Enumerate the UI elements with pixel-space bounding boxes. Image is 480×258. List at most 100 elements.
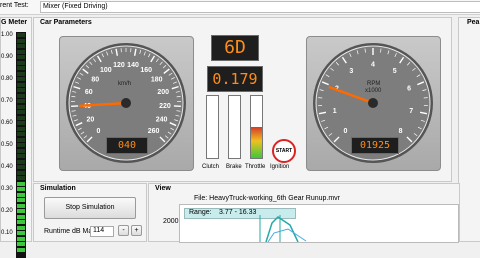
g-meter-segment [17, 77, 25, 81]
clutch-bar [206, 95, 219, 159]
g-meter-segment [17, 83, 25, 87]
g-meter-tick: 0.70 [1, 98, 13, 104]
rpm-multiplier: x1000 [365, 88, 381, 94]
runtime-input[interactable]: 114 [90, 226, 114, 237]
car-parameters-title: Car Parameters [40, 19, 92, 26]
g-meter-tick: 0.90 [1, 54, 13, 60]
gauge-label: 200 [157, 89, 169, 96]
start-label: START [276, 148, 292, 154]
g-meter-tick: 0.80 [1, 76, 13, 82]
g-meter-segment [17, 226, 25, 230]
throttle-level [251, 127, 262, 158]
g-meter-tick: 0.60 [1, 120, 13, 126]
runtime-decrease-button[interactable]: - [118, 225, 129, 236]
g-meter-segment [17, 44, 25, 48]
peak-title: Pea [467, 19, 479, 26]
g-meter-segment [17, 132, 25, 136]
g-meter-segment [17, 72, 25, 76]
g-meter-segment [17, 248, 25, 252]
gauge-label: 260 [148, 128, 160, 135]
g-meter-segment [17, 39, 25, 43]
g-meter-segment [17, 55, 25, 59]
view-plot: Range: 3.77 - 16.33 [179, 204, 459, 243]
stop-simulation-button[interactable]: Stop Simulation [44, 197, 136, 219]
g-meter-segment [17, 143, 25, 147]
test-name-field[interactable]: Mixer (Fixed Driving) [40, 1, 480, 13]
g-meter-segment [17, 154, 25, 158]
g-meter-segment [17, 231, 25, 235]
g-meter-tick: 0.20 [1, 208, 13, 214]
g-meter-segment [17, 182, 25, 186]
g-meter-tick: 1.00 [1, 32, 13, 38]
start-ignition-button[interactable]: START [272, 139, 296, 163]
view-plot-lines [180, 205, 458, 242]
gauge-label: 240 [156, 117, 168, 124]
g-meter-segment [17, 50, 25, 54]
simulation-title: Simulation [40, 185, 76, 192]
g-meter-segment [17, 94, 25, 98]
g-meter-segment [17, 121, 25, 125]
view-y-label: 2000 [163, 218, 179, 225]
view-title: View [155, 185, 171, 192]
g-meter-bar [16, 32, 26, 258]
g-meter-segment [17, 138, 25, 142]
gear-ratio-display: 0.179 [207, 66, 263, 92]
runtime-increase-button[interactable]: + [131, 225, 142, 236]
g-meter-segment [17, 99, 25, 103]
current-test-label: rent Test: [0, 2, 29, 9]
gauge-label: 6 [407, 86, 411, 93]
car-parameters-panel: Car Parameters 0204060801001201401601802… [33, 17, 452, 182]
gauge-label: 0 [96, 128, 100, 135]
gauge-label: 5 [393, 68, 397, 75]
g-meter-panel: G Meter 1.00 0.90 0.80 0.70 0.60 0.50 0.40 0.30… [0, 17, 32, 242]
g-meter-segment [17, 176, 25, 180]
gear-display: 6D [211, 35, 259, 61]
gauge-label: 3 [349, 68, 353, 75]
rpm-readout: 01925 [351, 137, 399, 154]
speed-unit: km/h [118, 81, 131, 87]
gauge-label: 8 [399, 128, 403, 135]
gauge-label: 180 [151, 76, 163, 83]
g-meter-tick: 0.50 [1, 142, 13, 148]
gauge-label: 160 [140, 67, 152, 74]
view-panel: View File: HeavyTruck-working_6th Gear R… [148, 183, 460, 242]
g-meter-tick: 0.40 [1, 164, 13, 170]
gauge-label: 4 [371, 62, 375, 69]
gauge-label: 1 [333, 108, 337, 115]
g-meter-segment [17, 187, 25, 191]
g-meter-segment [17, 242, 25, 246]
g-meter-segment [17, 33, 25, 37]
brake-bar [228, 95, 241, 159]
gauge-label: 0 [343, 128, 347, 135]
g-meter-segment [17, 160, 25, 164]
brake-label: Brake [226, 164, 242, 170]
clutch-label: Clutch [202, 164, 219, 170]
gauge-label: 60 [85, 89, 93, 96]
gauge-label: 120 [113, 62, 125, 69]
speedometer: 020406080100120140160180200220240260 km/… [59, 36, 194, 171]
g-meter-segment [17, 215, 25, 219]
header-bar: rent Test: Mixer (Fixed Driving) [0, 0, 480, 15]
gauge-label: 100 [100, 67, 112, 74]
g-meter-segment [17, 220, 25, 224]
g-meter-segment [17, 110, 25, 114]
rpm-unit: RPM [367, 81, 380, 87]
g-meter-tick: 0.30 [1, 186, 13, 192]
g-meter-segment [17, 61, 25, 65]
g-meter-segment [17, 149, 25, 153]
g-meter-title: G Meter [1, 19, 27, 26]
g-meter-scale: 1.00 0.90 0.80 0.70 0.60 0.50 0.40 0.30 0.20 0.10 [1, 32, 15, 242]
g-meter-segment [17, 116, 25, 120]
view-file-label: File: HeavyTruck-working_6th Gear Runup.… [194, 195, 340, 202]
g-meter-segment [17, 66, 25, 70]
speed-readout: 040 [106, 137, 148, 154]
gauge-label: 20 [87, 117, 95, 124]
peak-panel: Pea [458, 17, 480, 242]
g-meter-segment [17, 204, 25, 208]
g-meter-segment [17, 193, 25, 197]
g-meter-segment [17, 127, 25, 131]
ignition-label: Ignition [270, 164, 289, 170]
gauge-label: 7 [409, 108, 413, 115]
g-meter-tick: 0.10 [1, 230, 13, 236]
g-meter-segment [17, 165, 25, 169]
